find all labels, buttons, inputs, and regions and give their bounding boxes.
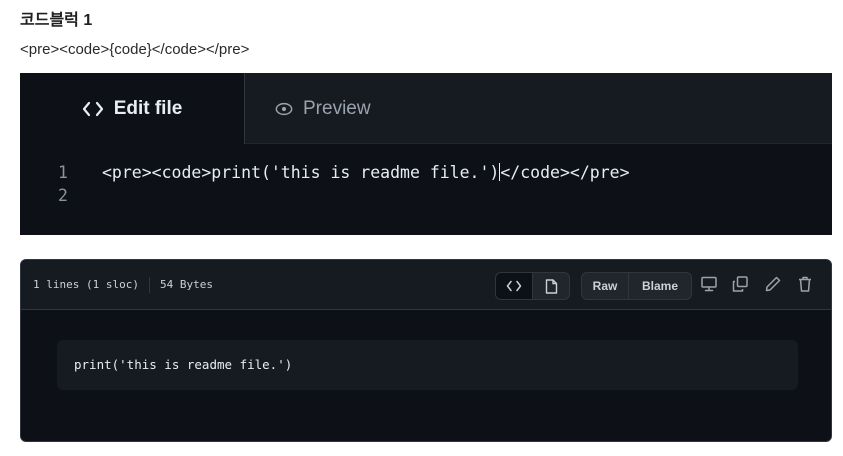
blame-button[interactable]: Blame: [628, 273, 691, 299]
line-content: <pre><code>print('this is readme file.')…: [102, 161, 630, 184]
file-size: 54 Bytes: [159, 278, 213, 291]
line-text-after-cursor: </code></pre>: [500, 163, 630, 182]
pencil-icon[interactable]: [764, 275, 782, 293]
code-block-text: print('this is readme file.'): [74, 357, 293, 372]
file-viewer: 1 lines (1 sloc) 54 Bytes Raw Blame prin…: [20, 259, 832, 442]
file-line-count: 1 lines (1 sloc): [33, 278, 139, 291]
desktop-icon[interactable]: [700, 275, 718, 293]
copy-icon[interactable]: [731, 275, 749, 293]
code-view-button[interactable]: [496, 273, 532, 299]
code-editor: Edit file Preview 1 <pre><code>print('th…: [20, 73, 832, 235]
editor-tab-bar: Edit file Preview: [20, 73, 832, 144]
editor-code-area[interactable]: 1 <pre><code>print('this is readme file.…: [20, 161, 832, 207]
code-line: 2: [20, 184, 832, 207]
line-number: 2: [58, 186, 68, 205]
eye-icon: [275, 102, 293, 115]
raw-button[interactable]: Raw: [582, 273, 628, 299]
file-header: 1 lines (1 sloc) 54 Bytes Raw Blame: [21, 260, 831, 310]
tab-preview-label: Preview: [303, 97, 371, 119]
file-icon: [545, 278, 557, 294]
code-icon: [506, 280, 522, 292]
line-number: 1: [58, 163, 68, 182]
page-heading: 코드블럭 1: [20, 12, 93, 29]
code-icon: [82, 101, 103, 116]
code-line: 1 <pre><code>print('this is readme file.…: [20, 161, 832, 184]
syntax-caption: <pre><code>{code}</code></pre>: [20, 41, 250, 58]
file-view-button[interactable]: [532, 273, 569, 299]
file-meta: 1 lines (1 sloc) 54 Bytes: [33, 260, 213, 309]
view-toggle: [495, 272, 570, 300]
tab-preview[interactable]: Preview: [275, 73, 371, 144]
meta-divider: [148, 276, 150, 293]
line-text-before-cursor: <pre><code>print('this is readme file.'): [102, 163, 500, 182]
tab-edit-file[interactable]: Edit file: [20, 73, 245, 144]
code-block: print('this is readme file.'): [57, 340, 798, 390]
tab-edit-file-label: Edit file: [113, 97, 183, 119]
raw-blame-group: Raw Blame: [581, 272, 692, 300]
trash-icon[interactable]: [796, 275, 814, 293]
